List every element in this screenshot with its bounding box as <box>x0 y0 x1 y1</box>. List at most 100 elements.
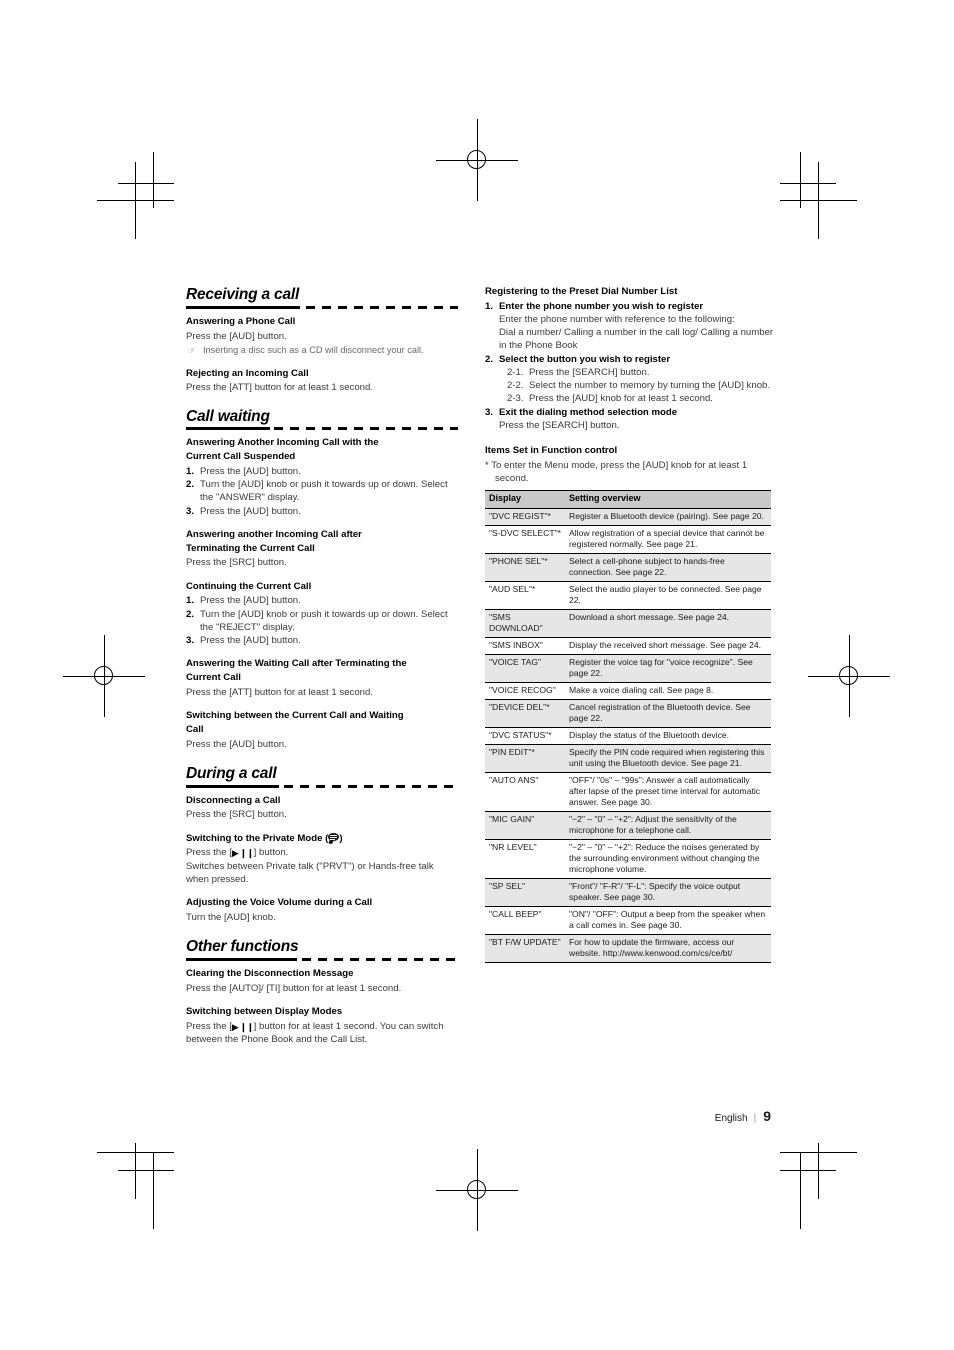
cell-overview: Display the received short message. See … <box>565 636 771 655</box>
list-item: 3. Exit the dialing method selection mod… <box>485 406 775 432</box>
table-row: "CALL BEEP" "ON"/ "OFF": Output a beep fr… <box>485 905 771 935</box>
function-control-table: Display Setting overview "DVC REGIST"* Re… <box>485 490 771 963</box>
block-switching-display-modes: Switching between Display Modes Press th… <box>186 1006 458 1046</box>
table-row: "AUTO ANS" "OFF"/ "0s" – "99s": Answer a … <box>485 771 771 812</box>
list-item: 1. Enter the phone number you wish to re… <box>485 300 775 353</box>
heading-rule <box>186 427 458 431</box>
step-detail: Press the [SEARCH] button. <box>499 419 620 431</box>
body-text-press-button: Press the [▶ ❙❙] button. <box>186 846 458 859</box>
sub-heading: Disconnecting a Call <box>186 794 281 806</box>
body-text: Press the [ATT] button for at least 1 se… <box>186 686 373 698</box>
step-number: 1. <box>186 465 195 477</box>
step-detail: Dial a number/ Calling a number in the c… <box>499 327 774 352</box>
step-text: Turn the [AUD] knob or push it towards u… <box>200 608 448 633</box>
step-text: Turn the [AUD] knob or push it towards u… <box>200 479 448 504</box>
section-heading-text: During a call <box>186 764 277 782</box>
play-pause-icon: ▶ ❙❙ <box>231 1021 254 1032</box>
step-list: 1. Press the [AUD] button. 2. Turn the [AU… <box>186 465 458 518</box>
block-clearing-disconnection-message: Clearing the Disconnection Message Press… <box>186 968 458 995</box>
table-row: "BT F/W UPDATE" For how to update the fir… <box>485 933 771 963</box>
sub-heading-line-1: Answering Another Incoming Call with the <box>186 437 379 449</box>
step-title: Select the button you wish to register <box>499 353 671 365</box>
block-answering-a-phone-call: Answering a Phone Call Press the [AUD] b… <box>186 316 458 357</box>
list-item: 1. Press the [AUD] button. <box>186 465 458 478</box>
block-rejecting-an-incoming-call: Rejecting an Incoming Call Press the [AT… <box>186 368 458 395</box>
sub-step-text: Press the [SEARCH] button. <box>529 366 650 378</box>
table-row: "MIC GAIN" "−2" – "0" – "+2": Adjust the … <box>485 810 771 840</box>
press-prefix: Press the [ <box>186 1020 232 1032</box>
body-text: Press the [ATT] button for at least 1 se… <box>186 382 373 394</box>
step-list: 1. Press the [AUD] button. 2. Turn the [AU… <box>186 594 458 647</box>
body-text-private-talk: Switches between Private talk ("PRVT") o… <box>186 860 434 885</box>
list-item: 3. Press the [AUD] button. <box>186 505 458 518</box>
section-heading-call-waiting: Call waiting <box>186 408 458 431</box>
step-text: Press the [AUD] button. <box>200 505 301 517</box>
table-row: "DEVICE DEL"* Cancel registration of the … <box>485 698 771 728</box>
cell-overview: Allow registration of a special device t… <box>565 524 771 554</box>
table-row: "PHONE SEL"* Select a cell-phone subject … <box>485 552 771 582</box>
sub-heading: Adjusting the Voice Volume during a Call <box>186 897 373 909</box>
sub-step-text: Select the number to memory by turning t… <box>529 380 771 392</box>
sub-heading-line-2: Current Call <box>186 672 241 684</box>
sub-heading: Continuing the Current Call <box>186 580 312 592</box>
cell-overview: For how to update the firmware, access o… <box>565 933 771 963</box>
list-item: 3. Press the [AUD] button. <box>186 634 458 647</box>
cell-display: "MIC GAIN" <box>485 810 565 840</box>
cell-overview: Display the status of the Bluetooth devi… <box>565 726 771 745</box>
preset-dial-step-list: 1. Enter the phone number you wish to re… <box>485 300 775 432</box>
cell-display: "SP SEL" <box>485 877 565 907</box>
body-text: Press the [AUD] button. <box>186 330 287 342</box>
step-detail: Enter the phone number with reference to… <box>499 313 735 325</box>
left-column: Receiving a call Answering a Phone Call … <box>186 286 458 1057</box>
sub-heading: Clearing the Disconnection Message <box>186 968 354 980</box>
step-number: 2. <box>186 608 195 620</box>
sub-heading-line-2: Call <box>186 723 204 735</box>
step-text: Press the [AUD] button. <box>200 635 301 647</box>
cell-display: "SMS INBOX" <box>485 636 565 655</box>
sub-heading-text-post: ) <box>339 832 343 844</box>
column-header-display: Display <box>485 490 565 509</box>
manual-page: Receiving a call Answering a Phone Call … <box>0 0 954 1350</box>
table-row: "S-DVC SELECT"* Allow registration of a s… <box>485 524 771 554</box>
speech-bubble-icon <box>328 832 340 843</box>
list-item: 1. Press the [AUD] button. <box>186 594 458 607</box>
cell-display: "S-DVC SELECT"* <box>485 524 565 554</box>
cell-overview: Make a voice dialing call. See page 8. <box>565 681 771 700</box>
step-text: Press the [AUD] button. <box>200 465 301 477</box>
cell-display: "PHONE SEL"* <box>485 552 565 582</box>
section-heading-text: Other functions <box>186 938 299 956</box>
step-number: 1. <box>485 300 494 312</box>
cell-display: "AUTO ANS" <box>485 771 565 812</box>
section-heading-text: Call waiting <box>186 407 270 425</box>
body-text: Press the [SRC] button. <box>186 557 287 569</box>
cell-display: "CALL BEEP" <box>485 905 565 935</box>
cell-overview: Specify the PIN code required when regis… <box>565 743 771 773</box>
cell-display: "BT F/W UPDATE" <box>485 933 565 963</box>
table-row: "DVC REGIST"* Register a Bluetooth device… <box>485 507 771 526</box>
right-column: Registering to the Preset Dial Number Li… <box>485 286 775 963</box>
block-answering-waiting-call-after-terminating: Answering the Waiting Call after Termina… <box>186 658 458 699</box>
step-title: Exit the dialing method selection mode <box>499 406 678 418</box>
table-row: "PIN EDIT"* Specify the PIN code required… <box>485 743 771 773</box>
step-number: 3. <box>186 635 195 647</box>
step-number: 3. <box>485 406 494 418</box>
cell-display: "VOICE RECOG" <box>485 681 565 700</box>
sub-heading-line-1: Switching between the Current Call and W… <box>186 710 404 722</box>
list-item: 2. Turn the [AUD] knob or push it towards… <box>186 608 458 634</box>
footer-separator: | <box>753 1113 757 1124</box>
list-item: 2. Turn the [AUD] knob or push it towards… <box>186 478 458 504</box>
table-row: "NR LEVEL" "−2" – "0" – "+2": Reduce the … <box>485 838 771 879</box>
cell-overview: "−2" – "0" – "+2": Reduce the noises gen… <box>565 838 771 879</box>
pointing-hand-icon: ☞ <box>188 345 196 355</box>
block-answering-another-after-terminating: Answering another Incoming Call after Te… <box>186 529 458 570</box>
cell-display: "AUD SEL"* <box>485 580 565 610</box>
cell-overview: Select a cell-phone subject to hands-fre… <box>565 552 771 582</box>
note-text: Inserting a disc such as a CD will disco… <box>203 344 424 355</box>
body-text: Press the [SRC] button. <box>186 809 287 821</box>
cell-overview: "Front"/ "F-R"/ "F-L": Specify the voice… <box>565 877 771 907</box>
table-header-row: Display Setting overview <box>485 490 771 509</box>
cell-overview: Cancel registration of the Bluetooth dev… <box>565 698 771 728</box>
press-prefix: Press the [ <box>186 847 232 859</box>
footer-language: English <box>714 1113 748 1124</box>
cell-overview: "−2" – "0" – "+2": Adjust the sensitivit… <box>565 810 771 840</box>
